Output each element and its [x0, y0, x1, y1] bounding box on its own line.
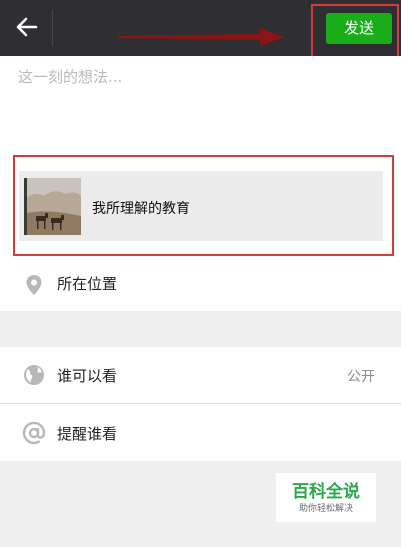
- location-row[interactable]: 所在位置: [0, 259, 401, 311]
- location-label: 所在位置: [57, 275, 118, 293]
- link-highlight-box: [13, 155, 394, 256]
- visibility-value: 公开: [347, 369, 375, 385]
- mention-label: 提醒谁看: [57, 425, 118, 443]
- annotation-arrow: [118, 28, 284, 46]
- location-pin-icon: [26, 275, 42, 295]
- back-arrow-icon[interactable]: [14, 14, 40, 40]
- header-divider: [52, 10, 53, 46]
- mention-row[interactable]: 提醒谁看: [0, 404, 401, 461]
- at-sign-icon: [22, 421, 46, 445]
- watermark-badge: 百科全说 助你轻松解决: [276, 473, 376, 522]
- globe-icon: [24, 365, 44, 385]
- watermark-subtitle: 助你轻松解决: [298, 504, 353, 514]
- post-text-input[interactable]: 这一刻的想法...: [18, 66, 122, 87]
- visibility-label: 谁可以看: [57, 367, 118, 385]
- visibility-row[interactable]: 谁可以看 公开: [0, 347, 401, 403]
- watermark-title: 百科全说: [292, 482, 360, 502]
